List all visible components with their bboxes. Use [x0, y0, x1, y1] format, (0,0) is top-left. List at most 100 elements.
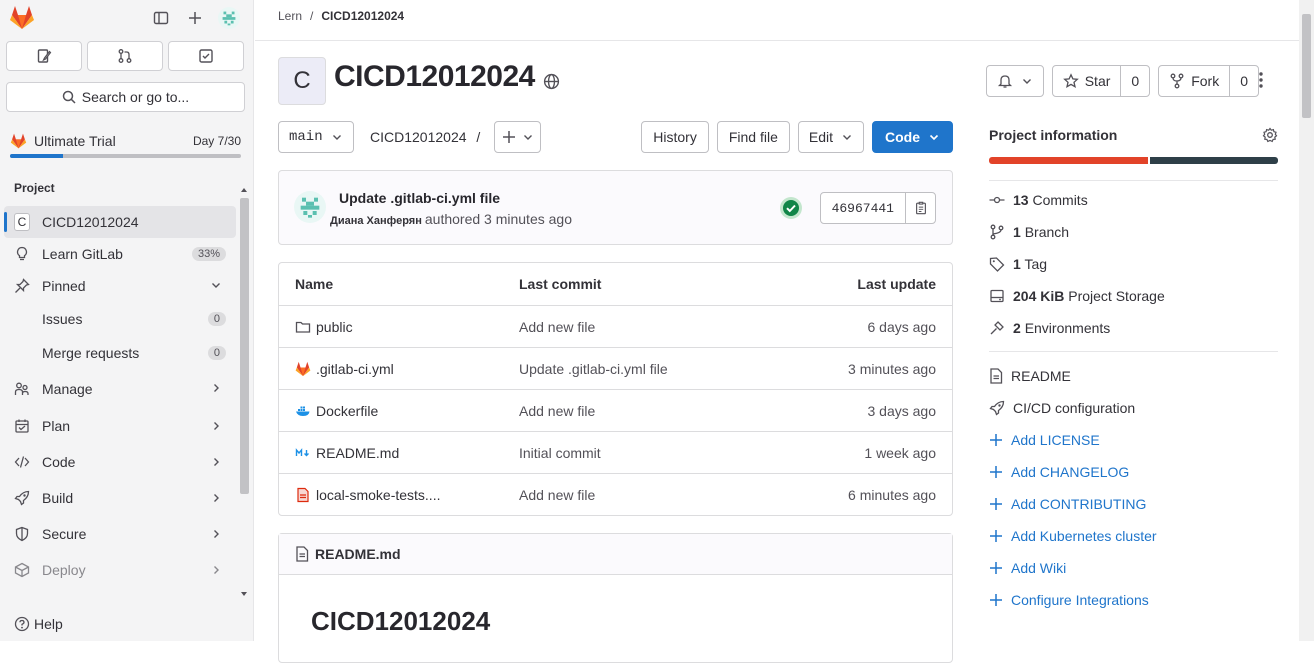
- sidebar-scrollbar-thumb[interactable]: [240, 198, 249, 494]
- file-last-commit[interactable]: Initial commit: [519, 445, 601, 461]
- repo-path-root[interactable]: CICD12012024: [370, 129, 467, 145]
- add-wiki-link[interactable]: Add Wiki: [989, 552, 1278, 584]
- sidebar-item-learn-gitlab[interactable]: Learn GitLab 33%: [0, 238, 236, 270]
- environments-link[interactable]: 2 Environments: [989, 312, 1278, 344]
- commit-sha[interactable]: 46967441: [821, 193, 905, 223]
- notifications-dropdown[interactable]: [985, 65, 1044, 97]
- commit-authored-time: authored 3 minutes ago: [424, 211, 572, 227]
- sidebar-item-label: Manage: [42, 381, 93, 397]
- file-name[interactable]: .gitlab-ci.yml: [316, 361, 394, 377]
- file-last-update: 6 minutes ago: [848, 486, 936, 503]
- language-segment-secondary[interactable]: [1149, 157, 1278, 164]
- file-last-commit[interactable]: Add new file: [519, 487, 595, 503]
- sidebar-item-project[interactable]: C CICD12012024: [4, 206, 236, 238]
- repo-path: CICD12012024 /: [370, 129, 480, 145]
- add-kubernetes-link[interactable]: Add Kubernetes cluster: [989, 520, 1278, 552]
- todo-shortcut-button[interactable]: [168, 41, 244, 71]
- table-row[interactable]: README.md Initial commit 1 week ago: [279, 431, 952, 473]
- language-segment-primary[interactable]: [989, 157, 1148, 164]
- sidebar-item-label: Issues: [42, 311, 83, 327]
- commits-label: Commits: [1032, 192, 1088, 208]
- storage-link[interactable]: 204 KiB Project Storage: [989, 280, 1278, 312]
- fork-button-group[interactable]: Fork 0: [1158, 65, 1259, 97]
- sidebar-item-label: CICD12012024: [42, 214, 139, 230]
- sidebar-item-pinned[interactable]: Pinned: [0, 270, 236, 302]
- help-button[interactable]: Help: [14, 616, 63, 632]
- page-scrollbar-thumb[interactable]: [1302, 14, 1311, 118]
- commits-link[interactable]: 13 Commits: [989, 184, 1278, 216]
- add-to-tree-dropdown[interactable]: [494, 121, 541, 153]
- repository-languages-bar[interactable]: [989, 157, 1278, 164]
- project-avatar: C: [278, 57, 326, 105]
- gear-icon[interactable]: [1262, 127, 1278, 143]
- trial-label: Ultimate Trial: [34, 133, 116, 149]
- sidebar-scrollbar[interactable]: [238, 186, 250, 604]
- issues-shortcut-button[interactable]: [6, 41, 82, 71]
- branch-selector[interactable]: main: [278, 121, 354, 153]
- trial-status[interactable]: Ultimate Trial Day 7/30: [10, 133, 241, 158]
- commit-message[interactable]: Update .gitlab-ci.yml file: [339, 190, 500, 206]
- branches-link[interactable]: 1 Branch: [989, 216, 1278, 248]
- branch-count: 1: [1013, 224, 1021, 240]
- file-last-commit[interactable]: Update .gitlab-ci.yml file: [519, 361, 668, 377]
- file-name[interactable]: Dockerfile: [316, 403, 378, 419]
- search-button[interactable]: Search or go to...: [6, 82, 245, 112]
- star-button-group[interactable]: Star 0: [1051, 65, 1151, 97]
- sidebar-item-label: Merge requests: [42, 345, 140, 361]
- code-dropdown-button[interactable]: Code: [872, 121, 953, 153]
- page-scrollbar[interactable]: [1299, 0, 1314, 641]
- code-icon: [14, 454, 30, 470]
- add-license-link[interactable]: Add LICENSE: [989, 424, 1278, 456]
- file-tree-table: Name Last commit Last update public Add …: [278, 262, 953, 516]
- star-button[interactable]: Star: [1053, 66, 1121, 96]
- file-name[interactable]: public: [316, 319, 353, 335]
- edit-dropdown[interactable]: Edit: [797, 121, 864, 153]
- file-last-commit[interactable]: Add new file: [519, 403, 595, 419]
- table-row[interactable]: local-smoke-tests.... Add new file 6 min…: [279, 473, 952, 515]
- breadcrumb-parent[interactable]: Lern: [278, 9, 302, 23]
- table-row[interactable]: .gitlab-ci.yml Update .gitlab-ci.yml fil…: [279, 347, 952, 389]
- copy-icon[interactable]: [905, 193, 935, 223]
- add-changelog-link[interactable]: Add CHANGELOG: [989, 456, 1278, 488]
- pipeline-passed-icon[interactable]: [779, 196, 803, 220]
- create-new-plus-icon[interactable]: [184, 7, 206, 29]
- file-name[interactable]: local-smoke-tests....: [316, 487, 440, 503]
- sidebar-item-code[interactable]: Code: [0, 444, 236, 480]
- issues-count-badge: 0: [207, 312, 226, 326]
- file-last-commit[interactable]: Add new file: [519, 319, 595, 335]
- breadcrumb-current[interactable]: CICD12012024: [321, 9, 404, 23]
- sidebar-item-issues[interactable]: Issues 0: [0, 302, 236, 336]
- readme-filename[interactable]: README.md: [315, 546, 401, 562]
- chevron-right-icon: [210, 564, 222, 576]
- commit-author-avatar[interactable]: [294, 191, 326, 223]
- star-count[interactable]: 0: [1120, 66, 1149, 96]
- sidebar-item-label: Learn GitLab: [42, 246, 123, 262]
- sidebar-item-plan[interactable]: Plan: [0, 408, 236, 444]
- toggle-sidebar-icon[interactable]: [150, 7, 172, 29]
- history-button[interactable]: History: [641, 121, 709, 153]
- plus-icon: [989, 529, 1003, 543]
- gitlab-logo[interactable]: [9, 5, 35, 30]
- file-name[interactable]: README.md: [316, 445, 399, 461]
- sidebar-item-deploy[interactable]: Deploy: [0, 552, 236, 588]
- cicd-config-link[interactable]: CI/CD configuration: [989, 392, 1278, 424]
- table-row[interactable]: Dockerfile Add new file 3 days ago: [279, 389, 952, 431]
- add-contributing-link[interactable]: Add CONTRIBUTING: [989, 488, 1278, 520]
- readme-link[interactable]: README: [989, 360, 1278, 392]
- commit-author[interactable]: Диана Ханферян: [330, 215, 422, 227]
- find-file-button[interactable]: Find file: [716, 121, 790, 153]
- user-avatar[interactable]: [218, 7, 240, 29]
- tags-link[interactable]: 1 Tag: [989, 248, 1278, 280]
- table-row[interactable]: public Add new file 6 days ago: [279, 305, 952, 347]
- sidebar-item-build[interactable]: Build: [0, 480, 236, 516]
- sidebar-item-secure[interactable]: Secure: [0, 516, 236, 552]
- sidebar-item-manage[interactable]: Manage: [0, 370, 236, 408]
- merge-requests-shortcut-button[interactable]: [87, 41, 163, 71]
- sidebar-item-merge-requests[interactable]: Merge requests 0: [0, 336, 236, 370]
- fork-count[interactable]: 0: [1229, 66, 1258, 96]
- fork-button[interactable]: Fork: [1159, 66, 1229, 96]
- plus-icon: [989, 497, 1003, 511]
- more-actions-kebab-icon[interactable]: [1259, 72, 1263, 88]
- configure-integrations-link[interactable]: Configure Integrations: [989, 584, 1278, 616]
- chevron-down-icon: [928, 131, 940, 143]
